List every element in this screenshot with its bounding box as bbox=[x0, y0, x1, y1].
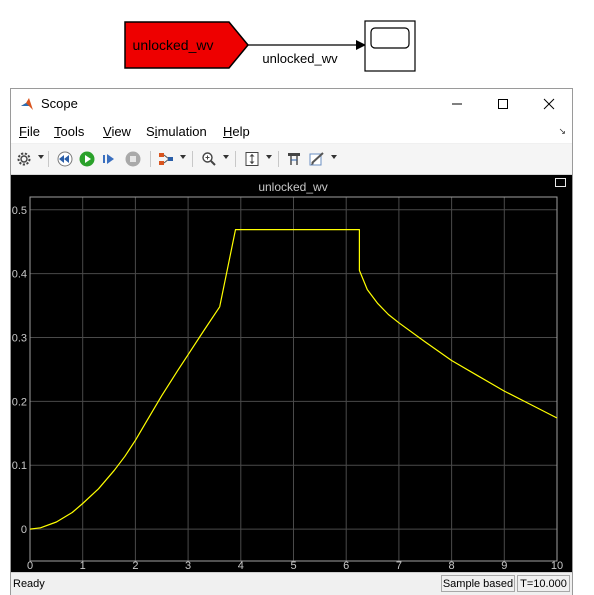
y-tick-label: 0.4 bbox=[12, 269, 27, 281]
settings-dropdown-arrow[interactable] bbox=[38, 155, 44, 159]
status-ready-text: Ready bbox=[13, 578, 45, 590]
stop-button[interactable] bbox=[124, 150, 142, 168]
menu-file[interactable]: File bbox=[19, 124, 40, 139]
x-tick-label: 10 bbox=[551, 560, 563, 572]
toolbar-separator bbox=[278, 151, 279, 167]
zoom-button[interactable] bbox=[200, 150, 218, 168]
matlab-icon bbox=[21, 98, 33, 110]
run-button[interactable] bbox=[78, 150, 96, 168]
toolbar-separator bbox=[235, 151, 236, 167]
y-tick-label: 0 bbox=[21, 524, 27, 536]
style-edit-dropdown-arrow[interactable] bbox=[331, 155, 337, 159]
grid bbox=[29, 197, 558, 561]
y-tick-labels: 0 0.1 0.2 0.3 0.4 0.5 bbox=[12, 205, 27, 536]
y-tick-label: 0.5 bbox=[12, 205, 27, 217]
window-title: Scope bbox=[41, 96, 78, 111]
title-bar[interactable]: Scope bbox=[11, 89, 572, 119]
close-button[interactable] bbox=[526, 89, 572, 119]
scope-window: Scope File Tools View Simulation Help ↘ bbox=[10, 88, 573, 595]
step-back-button[interactable] bbox=[56, 150, 74, 168]
cursor-measurement-icon bbox=[288, 153, 300, 165]
toolbar-separator bbox=[192, 151, 193, 167]
toolbar-separator bbox=[150, 151, 151, 167]
toolbar bbox=[11, 144, 572, 175]
stop-icon bbox=[125, 151, 141, 167]
x-tick-label: 6 bbox=[343, 560, 349, 572]
step-back-icon bbox=[57, 151, 73, 167]
menu-tools[interactable]: Tools bbox=[54, 124, 84, 139]
autoscale-dropdown-arrow[interactable] bbox=[266, 155, 272, 159]
scope-block-screen-icon bbox=[370, 27, 410, 49]
toolbar-separator bbox=[48, 151, 49, 167]
x-tick-label: 5 bbox=[290, 560, 296, 572]
minimize-icon bbox=[452, 103, 462, 105]
cursor-measurement-button[interactable] bbox=[285, 150, 303, 168]
step-forward-icon bbox=[103, 154, 114, 164]
run-icon bbox=[79, 151, 95, 167]
x-tick-label: 1 bbox=[80, 560, 86, 572]
scope-plot: unlocked_wv 0 1 2 3 4 5 6 7 8 9 10 0 0.1 0.2 0.3 0.4 0.… bbox=[12, 180, 563, 572]
sample-mode-field: Sample based bbox=[441, 575, 515, 592]
x-tick-label: 3 bbox=[185, 560, 191, 572]
x-tick-label: 2 bbox=[132, 560, 138, 572]
x-tick-label: 8 bbox=[449, 560, 455, 572]
menu-simulation[interactable]: Simulation bbox=[146, 124, 207, 139]
autoscale-icon bbox=[245, 152, 259, 166]
close-icon bbox=[543, 98, 555, 110]
x-tick-label: 4 bbox=[238, 560, 244, 572]
y-tick-label: 0.2 bbox=[12, 396, 27, 408]
signal-selector-dropdown-arrow[interactable] bbox=[180, 155, 186, 159]
y-tick-label: 0.1 bbox=[12, 460, 27, 472]
undock-plot-icon[interactable] bbox=[555, 178, 566, 187]
zoom-in-icon bbox=[202, 152, 216, 166]
menu-bar: File Tools View Simulation Help ↘ bbox=[11, 119, 572, 143]
signal-selector-icon bbox=[159, 153, 173, 165]
gear-icon bbox=[17, 152, 31, 166]
plot-title: unlocked_wv bbox=[258, 180, 327, 194]
style-edit-button[interactable] bbox=[308, 150, 326, 168]
goto-block-label: unlocked_wv bbox=[133, 37, 214, 53]
style-edit-icon bbox=[309, 152, 324, 166]
maximize-icon bbox=[498, 99, 508, 109]
x-tick-label: 0 bbox=[27, 560, 33, 572]
plot-area[interactable]: unlocked_wv 0 1 2 3 4 5 6 7 8 9 10 0 0.1 0.2 0.3 0.4 0.… bbox=[11, 175, 572, 572]
x-tick-label: 7 bbox=[396, 560, 402, 572]
simulation-time-field: T=10.000 bbox=[517, 575, 570, 592]
menu-collapse-arrow-icon[interactable]: ↘ bbox=[558, 126, 566, 137]
menu-view[interactable]: View bbox=[103, 124, 131, 139]
minimize-button[interactable] bbox=[434, 89, 480, 119]
status-bar: Ready Sample based T=10.000 bbox=[11, 572, 572, 595]
signal-label: unlocked_wv bbox=[262, 51, 338, 66]
settings-button[interactable] bbox=[15, 150, 33, 168]
simulink-diagram: unlocked_wv unlocked_wv bbox=[124, 20, 416, 72]
x-tick-label: 9 bbox=[501, 560, 507, 572]
y-tick-label: 0.3 bbox=[12, 332, 27, 344]
signal-selector-button[interactable] bbox=[157, 150, 175, 168]
autoscale-button[interactable] bbox=[243, 150, 261, 168]
step-forward-button[interactable] bbox=[100, 150, 118, 168]
menu-help[interactable]: Help bbox=[223, 124, 250, 139]
x-tick-labels: 0 1 2 3 4 5 6 7 8 9 10 bbox=[27, 560, 563, 572]
zoom-dropdown-arrow[interactable] bbox=[223, 155, 229, 159]
maximize-button[interactable] bbox=[480, 89, 526, 119]
